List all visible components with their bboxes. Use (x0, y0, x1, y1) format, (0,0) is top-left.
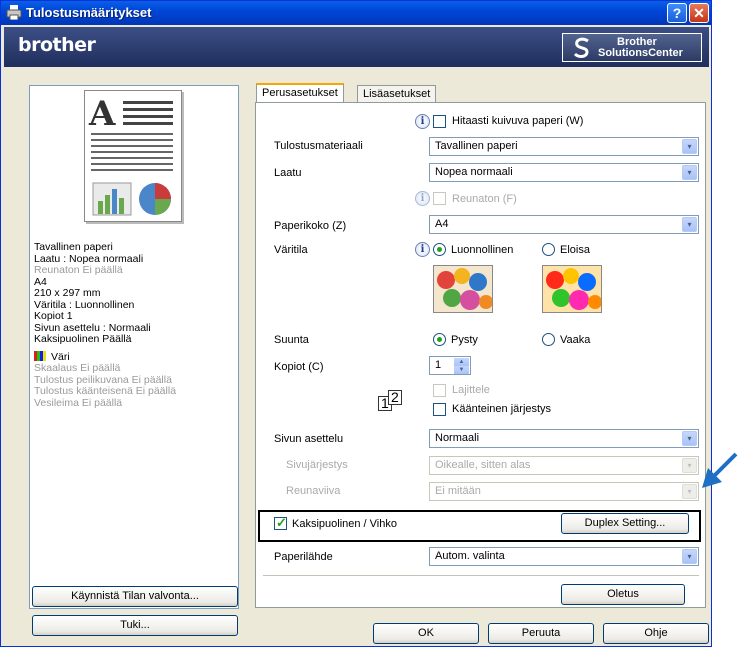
page-layout-label: Sivun asettelu (274, 433, 344, 445)
summary-line: Skaalaus Ei päällä (34, 362, 121, 374)
svg-text:A: A (88, 94, 116, 134)
media-type-label: Tulostusmateriaali (274, 140, 363, 152)
chevron-down-icon[interactable]: ▾ (682, 549, 697, 564)
info-icon[interactable]: i (415, 114, 430, 129)
pointer-arrow-icon (702, 452, 738, 488)
separator (263, 575, 699, 576)
page-order-label: Sivujärjestys (286, 459, 348, 471)
summary-line: Tavallinen paperi (34, 241, 113, 253)
duplex-label: Kaksipuolinen / Vihko (292, 518, 397, 530)
status-monitor-button[interactable]: Käynnistä Tilan valvonta... (32, 586, 238, 607)
landscape-radio[interactable] (542, 333, 555, 346)
reverse-order-checkbox[interactable] (433, 403, 446, 416)
preview-document-icon: A (88, 94, 173, 216)
portrait-radio[interactable] (433, 333, 446, 346)
info-icon[interactable]: i (415, 191, 430, 206)
paper-size-label: Paperikoko (Z) (274, 220, 347, 232)
summary-line: Kopiot 1 (34, 310, 73, 322)
tab-basic[interactable]: Perusasetukset (256, 83, 344, 103)
borderless-label: Reunaton (F) (452, 193, 517, 205)
title-bar[interactable]: Tulostusmääritykset ? ✕ (1, 1, 711, 25)
borderless-checkbox[interactable] (433, 192, 446, 205)
printer-icon (6, 5, 22, 20)
collate-icon-digit-2: 2 (388, 390, 402, 405)
info-icon[interactable]: i (415, 242, 430, 257)
color-natural-label: Luonnollinen (451, 244, 514, 256)
reverse-order-label: Käänteinen järjestys (452, 403, 552, 415)
close-title-button[interactable]: ✕ (689, 3, 709, 23)
color-label: Väri (51, 350, 70, 363)
window-title: Tulostusmääritykset (26, 5, 152, 20)
chevron-down-icon[interactable]: ▾ (682, 217, 697, 232)
help-title-button[interactable]: ? (667, 3, 687, 23)
paper-source-label: Paperilähde (274, 551, 333, 563)
brother-logo: brother (18, 34, 96, 56)
orientation-label: Suunta (274, 334, 309, 346)
border-line-select[interactable]: Ei mitään ▾ (429, 482, 699, 501)
slow-dry-label: Hitaasti kuivuva paperi (W) (452, 115, 584, 127)
quality-label: Laatu (274, 167, 302, 179)
collate-checkbox[interactable] (433, 384, 446, 397)
print-preferences-window: Tulostusmääritykset ? ✕ brother Brother … (0, 0, 712, 647)
color-mode-label: Väritila (274, 244, 308, 256)
paper-source-select[interactable]: Autom. valinta ▾ (429, 547, 699, 566)
quality-select[interactable]: Nopea normaali ▾ (429, 163, 699, 182)
page-order-select[interactable]: Oikealle, sitten alas ▾ (429, 456, 699, 475)
brand-bar: brother Brother SolutionsCenter (4, 27, 709, 67)
chevron-down-icon[interactable]: ▾ (682, 165, 697, 180)
media-type-select[interactable]: Tavallinen paperi ▾ (429, 137, 699, 156)
solutions-s-icon (573, 37, 589, 58)
quality-value: Nopea normaali (435, 166, 513, 178)
solutions-line2: SolutionsCenter (598, 47, 683, 59)
collate-label: Lajittele (452, 384, 490, 396)
slow-dry-checkbox[interactable] (433, 115, 446, 128)
chevron-down-icon[interactable]: ▾ (682, 458, 697, 473)
ok-button[interactable]: OK (373, 623, 479, 644)
landscape-label: Vaaka (560, 334, 591, 346)
summary-line: Kaksipuolinen Päällä (34, 333, 132, 345)
duplex-checkbox[interactable] (274, 515, 287, 531)
chevron-down-icon[interactable]: ▾ (682, 139, 697, 154)
support-button[interactable]: Tuki... (32, 615, 238, 636)
solutions-center-button[interactable]: Brother SolutionsCenter (562, 33, 702, 62)
color-vivid-label: Eloisa (560, 244, 590, 256)
copies-spinner[interactable]: 1 ▲ ▼ (429, 356, 471, 375)
help-button[interactable]: Ohje (603, 623, 709, 644)
border-line-label: Reunaviiva (286, 485, 341, 497)
color-natural-radio[interactable] (433, 243, 446, 256)
paper-size-value: A4 (435, 218, 449, 230)
default-button[interactable]: Oletus (561, 584, 685, 605)
border-line-value: Ei mitään (435, 485, 481, 497)
paper-source-value: Autom. valinta (435, 550, 505, 562)
page-order-value: Oikealle, sitten alas (435, 459, 531, 471)
page-layout-value: Normaali (435, 432, 480, 444)
paper-size-select[interactable]: A4 ▾ (429, 215, 699, 234)
spin-up-icon[interactable]: ▲ (454, 358, 469, 366)
duplex-setting-button[interactable]: Duplex Setting... (561, 513, 689, 534)
spin-down-icon[interactable]: ▼ (454, 366, 469, 374)
summary-line: Vesileima Ei päällä (34, 396, 123, 409)
summary-line: Tulostus käänteisenä Ei päällä (34, 385, 177, 397)
copies-label: Kopiot (C) (274, 361, 324, 373)
media-type-value: Tavallinen paperi (435, 140, 518, 152)
settings-summary-panel: A Tavallinen paperi Laatu: Nopea normaa… (29, 85, 239, 609)
chevron-down-icon[interactable]: ▾ (682, 431, 697, 446)
page-preview: A (84, 90, 182, 222)
vivid-sample-image (542, 265, 602, 313)
color-swatch-icon (34, 350, 46, 361)
natural-sample-image (433, 265, 493, 313)
page-layout-select[interactable]: Normaali ▾ (429, 429, 699, 448)
summary-line: 210 x 297 mm (34, 287, 101, 299)
copies-value: 1 (435, 359, 442, 371)
chevron-down-icon[interactable]: ▾ (682, 484, 697, 499)
settings-summary-text: Tavallinen paperi Laatu : Nopea normaali… (34, 241, 177, 409)
cancel-button[interactable]: Peruuta (488, 623, 594, 644)
color-vivid-radio[interactable] (542, 243, 555, 256)
portrait-label: Pysty (451, 334, 478, 346)
summary-line: Reunaton Ei päällä (34, 264, 123, 276)
